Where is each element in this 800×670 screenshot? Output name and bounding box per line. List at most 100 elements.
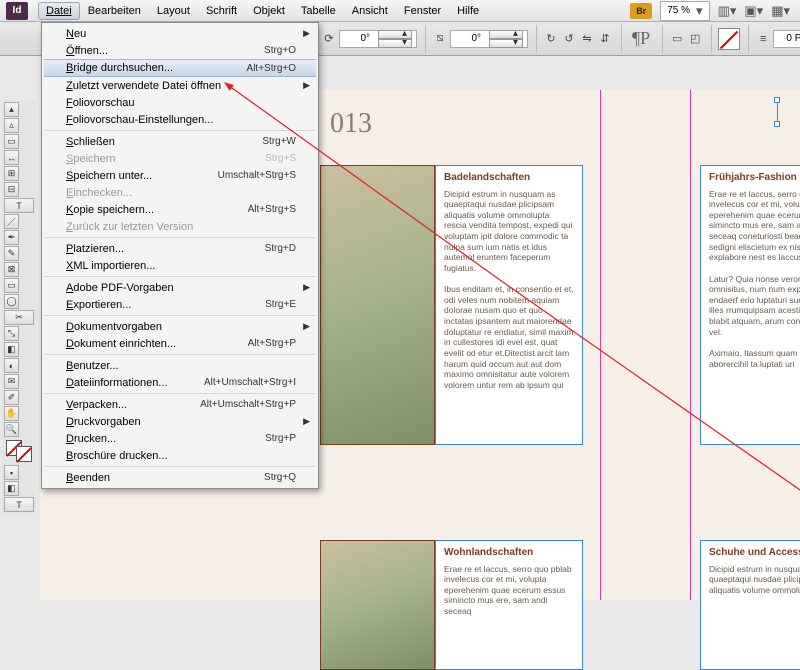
pencil-tool[interactable]: ✎ (4, 246, 19, 261)
menuitem-label: Dokumentvorgaben (66, 321, 296, 333)
select-content-icon[interactable]: ◰ (687, 31, 703, 47)
toolbox: ▴ ▵ ▭ ↔ ⊞ ⊟ T ／ ✒ ✎ ⊠ ▭ ◯ ✂ ⤡ ◧ ◐ ✉ ✐ ✋ … (2, 100, 36, 514)
frame-body: Dicipid estrum in nusquam as quaeptaqui … (444, 189, 574, 274)
menuitem-shortcut: Strg+S (265, 153, 296, 164)
menuitem-platzieren[interactable]: Platzieren...Strg+D (44, 240, 316, 257)
menuitem-beenden[interactable]: BeendenStrg+Q (44, 469, 316, 486)
menuitem-shortcut: Alt+Strg+P (248, 338, 296, 349)
rotate-icon: ⟳ (321, 31, 337, 47)
ellipse-tool[interactable]: ◯ (4, 294, 19, 309)
rotate-ccw-icon[interactable]: ↺ (561, 31, 577, 47)
gradient-swatch-tool[interactable]: ◧ (4, 342, 19, 357)
menu-datei[interactable]: Datei (38, 2, 80, 20)
shear-field[interactable]: 0°▴▾ (450, 30, 528, 48)
image-frame[interactable] (320, 540, 435, 670)
apply-gradient-btn[interactable]: ◧ (4, 481, 19, 496)
frame-heading: Wohnlandschaften (444, 547, 574, 560)
menu-tabelle[interactable]: Tabelle (293, 2, 344, 20)
menuitem-brosch-re-drucken[interactable]: Broschüre drucken... (44, 447, 316, 464)
arrange-icon[interactable]: ▦▾ (771, 3, 790, 19)
gap-tool[interactable]: ↔ (4, 150, 19, 165)
rotate-cw-icon[interactable]: ↻ (543, 31, 559, 47)
shear-icon: ⧅ (432, 31, 448, 47)
frame-body: Dicipid estrum in nusquam as quaeptaqui … (709, 564, 800, 596)
view-options-icon[interactable]: ▥▾ (718, 3, 737, 19)
selection-tool[interactable]: ▴ (4, 102, 19, 117)
menu-schrift[interactable]: Schrift (198, 2, 245, 20)
menuitem-druckvorgaben[interactable]: Druckvorgaben▶ (44, 413, 316, 430)
stroke-weight-field[interactable]: 0 Pt▴▾ (773, 30, 800, 48)
zoom-tool[interactable]: 🔍 (4, 422, 19, 437)
free-transform-tool[interactable]: ⤡ (4, 326, 19, 341)
text-frame[interactable]: Frühjahrs-Fashion Erae re et laccus, ser… (700, 165, 800, 445)
select-container-icon[interactable]: ▭ (669, 31, 685, 47)
menuitem-exportieren[interactable]: Exportieren...Strg+E (44, 296, 316, 313)
formatting-text-btn[interactable]: T (4, 497, 34, 512)
paragraph-style-icon[interactable]: ¶P (628, 28, 654, 49)
hand-tool[interactable]: ✋ (4, 406, 19, 421)
menu-objekt[interactable]: Objekt (245, 2, 293, 20)
frame-heading: Frühjahrs-Fashion (709, 172, 800, 185)
pen-tool[interactable]: ✒ (4, 230, 19, 245)
rectangle-frame-tool[interactable]: ⊠ (4, 262, 19, 277)
menuitem-foliovorschau-einstellungen[interactable]: Foliovorschau-Einstellungen... (44, 111, 316, 128)
menuitem-shortcut: Alt+Umschalt+Strg+I (204, 377, 296, 388)
guide-vertical[interactable] (690, 90, 691, 600)
note-tool[interactable]: ✉ (4, 374, 19, 389)
zoom-field[interactable]: 75 %▾ (660, 1, 709, 21)
menu-layout[interactable]: Layout (149, 2, 198, 20)
menuitem-adobe-pdf-vorgaben[interactable]: Adobe PDF-Vorgaben▶ (44, 279, 316, 296)
menuitem-bridge-durchsuchen[interactable]: Bridge durchsuchen...Alt+Strg+O (44, 59, 316, 77)
selection-handle[interactable] (774, 100, 782, 124)
menuitem-zuletzt-verwendete-datei-ffnen[interactable]: Zuletzt verwendete Datei öffnen▶ (44, 77, 316, 94)
text-frame[interactable]: Wohnlandschaften Erae re et laccus, serr… (435, 540, 583, 670)
menuitem-kopie-speichern[interactable]: Kopie speichern...Alt+Strg+S (44, 201, 316, 218)
menuitem-label: Foliovorschau-Einstellungen... (66, 114, 296, 126)
fill-stroke-swatch[interactable] (4, 438, 34, 464)
line-tool[interactable]: ／ (4, 214, 19, 229)
image-frame[interactable] (320, 165, 435, 445)
menuitem-neu[interactable]: Neu▶ (44, 25, 316, 42)
menuitem-ffnen[interactable]: Öffnen...Strg+O (44, 42, 316, 59)
flip-h-icon[interactable]: ⇋ (579, 31, 595, 47)
menuitem-label: Exportieren... (66, 299, 265, 311)
menuitem-benutzer[interactable]: Benutzer... (44, 357, 316, 374)
guide-vertical[interactable] (600, 90, 601, 600)
page-tool[interactable]: ▭ (4, 134, 19, 149)
content-placer-tool[interactable]: ⊟ (4, 182, 19, 197)
direct-selection-tool[interactable]: ▵ (4, 118, 19, 133)
menuitem-schlie-en[interactable]: SchließenStrg+W (44, 133, 316, 150)
text-frame[interactable]: Badelandschaften Dicipid estrum in nusqu… (435, 165, 583, 445)
rectangle-tool[interactable]: ▭ (4, 278, 19, 293)
menuitem-drucken[interactable]: Drucken...Strg+P (44, 430, 316, 447)
menuitem-speichern-unter[interactable]: Speichern unter...Umschalt+Strg+S (44, 167, 316, 184)
eyedropper-tool[interactable]: ✐ (4, 390, 19, 405)
menu-ansicht[interactable]: Ansicht (344, 2, 396, 20)
menuitem-dokumentvorgaben[interactable]: Dokumentvorgaben▶ (44, 318, 316, 335)
scissors-tool[interactable]: ✂ (4, 310, 34, 325)
menuitem-einchecken: Einchecken... (44, 184, 316, 201)
fill-swatch[interactable] (718, 28, 740, 50)
menuitem-foliovorschau[interactable]: Foliovorschau (44, 94, 316, 111)
type-tool[interactable]: T (4, 198, 34, 213)
rotate-field[interactable]: 0°▴▾ (339, 30, 417, 48)
menu-separator (45, 393, 315, 394)
text-frame[interactable]: Schuhe und Accesso Dicipid estrum in nus… (700, 540, 800, 670)
flip-v-icon[interactable]: ⇵ (597, 31, 613, 47)
gradient-feather-tool[interactable]: ◐ (4, 358, 19, 373)
content-collector-tool[interactable]: ⊞ (4, 166, 19, 181)
menuitem-shortcut: Strg+O (264, 45, 296, 56)
menu-bearbeiten[interactable]: Bearbeiten (80, 2, 149, 20)
menu-fenster[interactable]: Fenster (396, 2, 449, 20)
menuitem-label: Kopie speichern... (66, 204, 248, 216)
menuitem-dateiinformationen[interactable]: Dateiinformationen...Alt+Umschalt+Strg+I (44, 374, 316, 391)
menuitem-verpacken[interactable]: Verpacken...Alt+Umschalt+Strg+P (44, 396, 316, 413)
submenu-arrow-icon: ▶ (303, 80, 310, 91)
menu-hilfe[interactable]: Hilfe (449, 2, 487, 20)
apply-color-btn[interactable]: ▪ (4, 465, 19, 480)
frame-heading: Schuhe und Accesso (709, 547, 800, 560)
screen-mode-icon[interactable]: ▣▾ (744, 3, 763, 19)
menuitem-xml-importieren[interactable]: XML importieren... (44, 257, 316, 274)
bridge-badge[interactable]: Br (630, 3, 652, 19)
menuitem-dokument-einrichten[interactable]: Dokument einrichten...Alt+Strg+P (44, 335, 316, 352)
